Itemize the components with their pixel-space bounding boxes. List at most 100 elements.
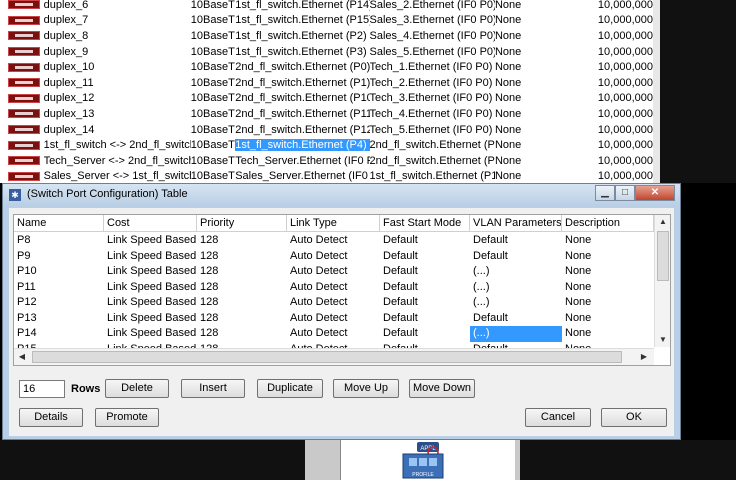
background-cell-model[interactable]: None <box>495 0 594 11</box>
close-button[interactable]: ✕ <box>635 185 675 201</box>
column-header-priority[interactable]: Priority <box>197 215 287 231</box>
table-cell-priority[interactable]: 128 <box>197 280 287 296</box>
table-cell-name[interactable]: P10 <box>14 264 104 280</box>
background-cell-type[interactable]: 10BaseT <box>191 155 235 167</box>
table-row[interactable]: P14 Link Speed Based 128 Auto Detect Default… <box>14 326 654 342</box>
background-table-row[interactable]: duplex_9 10BaseT 1st_fl_switch.Ethernet (P… <box>8 44 653 60</box>
background-cell-to[interactable]: Sales_4.Ethernet (IF0 P0) <box>370 30 495 42</box>
background-table-row[interactable]: Sales_Server <-> 1st_fl_switch 10BaseT Sal… <box>8 169 653 183</box>
table-cell-name[interactable]: P9 <box>14 249 104 265</box>
background-cell-type[interactable]: 10BaseT <box>191 139 235 151</box>
background-cell-to[interactable]: Tech_2.Ethernet (IF0 P0) <box>370 77 495 89</box>
background-cell-name[interactable]: duplex_14 <box>44 124 191 136</box>
maximize-button[interactable]: □ <box>615 185 635 201</box>
delete-button[interactable]: Delete <box>105 379 169 398</box>
rows-count-input[interactable]: 16 <box>19 380 65 398</box>
background-cell-name[interactable]: duplex_11 <box>44 77 191 89</box>
background-cell-name[interactable]: 1st_fl_switch <-> 2nd_fl_switch <box>44 139 191 151</box>
table-cell-vlan-parameters[interactable]: (...) <box>470 295 562 311</box>
table-cell-fast-start-mode[interactable]: Default <box>380 295 470 311</box>
column-header-cost[interactable]: Cost <box>104 215 197 231</box>
table-row[interactable]: P12 Link Speed Based 128 Auto Detect Default… <box>14 295 654 311</box>
background-cell-type[interactable]: 10BaseT <box>191 61 235 73</box>
background-cell-rate[interactable]: 10,000,000 <box>594 0 653 11</box>
background-cell-rate[interactable]: 10,000,000 <box>594 124 653 136</box>
background-cell-to[interactable]: Tech_5.Ethernet (IF0 P0) <box>370 124 495 136</box>
background-cell-name[interactable]: duplex_7 <box>44 14 191 26</box>
background-cell-model[interactable]: None <box>495 170 594 182</box>
column-header-name[interactable]: Name <box>14 215 104 231</box>
table-cell-link-type[interactable]: Auto Detect <box>287 311 380 327</box>
background-cell-model[interactable]: None <box>495 46 594 58</box>
table-cell-fast-start-mode[interactable]: Default <box>380 233 470 249</box>
table-cell-priority[interactable]: 128 <box>197 326 287 342</box>
background-cell-rate[interactable]: 10,000,000 <box>594 14 653 26</box>
scroll-right-icon[interactable]: ▶ <box>636 349 652 365</box>
background-cell-name[interactable]: duplex_12 <box>44 92 191 104</box>
ok-button[interactable]: OK <box>601 408 667 427</box>
table-cell-link-type[interactable]: Auto Detect <box>287 280 380 296</box>
table-cell-name[interactable]: P8 <box>14 233 104 249</box>
table-cell-link-type[interactable]: Auto Detect <box>287 233 380 249</box>
background-cell-to[interactable]: Sales_3.Ethernet (IF0 P0) <box>370 14 495 26</box>
table-cell-description[interactable]: None <box>562 233 654 249</box>
table-cell-name[interactable]: P13 <box>14 311 104 327</box>
background-cell-rate[interactable]: 10,000,000 <box>594 92 653 104</box>
table-cell-priority[interactable]: 128 <box>197 311 287 327</box>
table-cell-link-type[interactable]: Auto Detect <box>287 295 380 311</box>
background-cell-rate[interactable]: 10,000,000 <box>594 61 653 73</box>
profile-config-icon[interactable]: APPL PROFILE <box>395 440 455 480</box>
background-cell-model[interactable]: None <box>495 30 594 42</box>
background-cell-type[interactable]: 10BaseT <box>191 77 235 89</box>
table-cell-description[interactable]: None <box>562 311 654 327</box>
table-cell-description[interactable]: None <box>562 295 654 311</box>
horizontal-scrollbar[interactable]: ◀ ▶ <box>14 348 654 365</box>
background-cell-from[interactable]: 2nd_fl_switch.Ethernet (P12) <box>235 124 369 136</box>
table-cell-fast-start-mode[interactable]: Default <box>380 311 470 327</box>
table-cell-description[interactable]: None <box>562 249 654 265</box>
background-cell-rate[interactable]: 10,000,000 <box>594 170 653 182</box>
background-cell-type[interactable]: 10BaseT <box>191 30 235 42</box>
table-cell-priority[interactable]: 128 <box>197 249 287 265</box>
table-cell-name[interactable]: P12 <box>14 295 104 311</box>
background-cell-type[interactable]: 10BaseT <box>191 92 235 104</box>
background-cell-model[interactable]: None <box>495 92 594 104</box>
table-cell-name[interactable]: P14 <box>14 326 104 342</box>
table-row[interactable]: P8 Link Speed Based 128 Auto Detect Default D… <box>14 233 654 249</box>
background-table-row[interactable]: duplex_8 10BaseT 1st_fl_switch.Ethernet (P… <box>8 28 653 44</box>
background-cell-to[interactable]: Tech_1.Ethernet (IF0 P0) <box>370 61 495 73</box>
background-cell-from[interactable]: 1st_fl_switch.Ethernet (P2) <box>235 30 369 42</box>
background-cell-type[interactable]: 10BaseT <box>191 14 235 26</box>
background-cell-from[interactable]: Sales_Server.Ethernet (IF0 P0) <box>235 170 369 182</box>
background-table-row[interactable]: duplex_7 10BaseT 1st_fl_switch.Ethernet (P… <box>8 13 653 29</box>
background-table-row[interactable]: duplex_12 10BaseT 2nd_fl_switch.Ethernet (… <box>8 91 653 107</box>
column-header-description[interactable]: Description <box>562 215 654 231</box>
background-cell-from[interactable]: 2nd_fl_switch.Ethernet (P10) <box>235 92 369 104</box>
background-cell-name[interactable]: duplex_13 <box>44 108 191 120</box>
background-cell-to[interactable]: Tech_3.Ethernet (IF0 P0) <box>370 92 495 104</box>
table-cell-description[interactable]: None <box>562 264 654 280</box>
move-up-button[interactable]: Move Up <box>333 379 399 398</box>
table-cell-description[interactable]: None <box>562 280 654 296</box>
table-cell-fast-start-mode[interactable]: Default <box>380 280 470 296</box>
minimize-button[interactable]: ▁ <box>595 185 615 201</box>
background-cell-type[interactable]: 10BaseT <box>191 108 235 120</box>
table-cell-cost[interactable]: Link Speed Based <box>104 280 197 296</box>
scroll-up-icon[interactable]: ▲ <box>655 215 670 229</box>
background-cell-to[interactable]: Sales_2.Ethernet (IF0 P0) <box>370 0 495 11</box>
background-cell-name[interactable]: Tech_Server <-> 2nd_fl_switch <box>44 155 191 167</box>
table-cell-vlan-parameters[interactable]: Default <box>470 249 562 265</box>
background-cell-from[interactable]: 1st_fl_switch.Ethernet (P3) <box>235 46 369 58</box>
background-cell-from[interactable]: 2nd_fl_switch.Ethernet (P1) <box>235 77 369 89</box>
table-cell-cost[interactable]: Link Speed Based <box>104 295 197 311</box>
background-table-row[interactable]: 1st_fl_switch <-> 2nd_fl_switch 10BaseT 1s… <box>8 137 653 153</box>
table-cell-link-type[interactable]: Auto Detect <box>287 326 380 342</box>
background-cell-from[interactable]: 1st_fl_switch.Ethernet (P4) <box>235 139 370 152</box>
table-cell-link-type[interactable]: Auto Detect <box>287 264 380 280</box>
background-table-row[interactable]: duplex_10 10BaseT 2nd_fl_switch.Ethernet (… <box>8 59 653 75</box>
background-cell-from[interactable]: 2nd_fl_switch.Ethernet (P0) <box>235 61 369 73</box>
table-row[interactable]: P13 Link Speed Based 128 Auto Detect Default… <box>14 311 654 327</box>
table-cell-cost[interactable]: Link Speed Based <box>104 264 197 280</box>
background-cell-to[interactable]: Sales_5.Ethernet (IF0 P0) <box>370 46 495 58</box>
background-cell-rate[interactable]: 10,000,000 <box>594 155 653 167</box>
